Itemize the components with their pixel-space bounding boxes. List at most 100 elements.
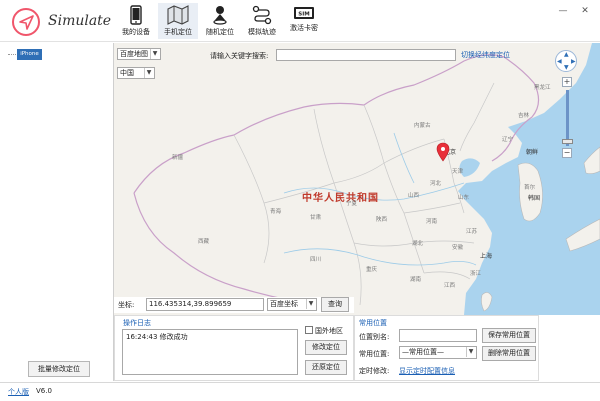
keyword-search-label: 请输入关键字搜索: xyxy=(210,52,269,60)
tool-my-devices[interactable]: 我的设备 xyxy=(116,3,156,39)
map-label: 青海 xyxy=(270,209,282,215)
modify-location-button[interactable]: 修改定位 xyxy=(305,340,347,355)
overseas-checkbox[interactable] xyxy=(305,326,313,334)
overseas-label: 国外地区 xyxy=(315,327,343,335)
map-label: 山西 xyxy=(408,193,420,199)
status-bar: 个人版 V6.0 xyxy=(0,382,600,401)
batch-modify-location-button[interactable]: 批量修改定位 xyxy=(28,361,90,377)
tool-label: 激活卡密 xyxy=(290,24,318,32)
tool-label: 随机定位 xyxy=(206,28,234,36)
map-label: 安徽 xyxy=(452,245,464,251)
zoom-slider-thumb[interactable] xyxy=(562,139,573,144)
phone-icon xyxy=(130,5,142,25)
coordinate-system-value: 百度坐标 xyxy=(270,300,298,308)
map-label: 湖北 xyxy=(412,241,424,247)
zoom-out-button[interactable]: − xyxy=(562,148,572,158)
minimize-button[interactable]: — xyxy=(556,6,570,16)
pan-left-icon[interactable]: ◀ xyxy=(557,58,562,65)
country-label: 中华人民共和国 xyxy=(302,193,379,204)
save-favorite-button[interactable]: 保存常用位置 xyxy=(482,328,536,343)
bottom-right-area xyxy=(539,315,600,381)
switch-latlng-link[interactable]: 切换经纬度定位 xyxy=(461,50,510,60)
map-label: 甘肃 xyxy=(310,215,322,221)
delete-favorite-button[interactable]: 删除常用位置 xyxy=(482,346,536,361)
map-label: 河南 xyxy=(426,219,438,225)
log-list[interactable]: 16:24:43 修改成功 xyxy=(122,329,298,375)
map-label: 浙江 xyxy=(470,271,482,277)
pan-right-icon[interactable]: ▶ xyxy=(571,58,576,65)
map-label: 江西 xyxy=(444,283,456,289)
sim-text: SIM xyxy=(298,12,309,18)
chevron-down-icon: ▼ xyxy=(306,299,315,309)
keyword-search-input[interactable] xyxy=(276,49,456,61)
tool-label: 模拟轨迹 xyxy=(248,28,276,36)
edition-link[interactable]: 个人版 xyxy=(8,387,29,397)
region-value: 中国 xyxy=(120,69,134,77)
tool-random-location[interactable]: 随机定位 xyxy=(200,3,240,39)
map-label: 上海 xyxy=(480,253,493,260)
map-label: 江苏 xyxy=(466,229,478,235)
map-view[interactable]: 百度地图 ▼ 中国 ▼ 请输入关键字搜索: 切换经纬度定位 中华人民共和国 内蒙… xyxy=(114,43,600,315)
zoom-in-button[interactable]: + xyxy=(562,77,572,87)
favorites-title: 常用位置 xyxy=(359,319,387,327)
map-label: 新疆 xyxy=(172,155,184,161)
map-label: 黑龙江 xyxy=(534,85,551,91)
tool-simulate-route[interactable]: 模拟轨迹 xyxy=(242,3,282,39)
close-button[interactable]: ✕ xyxy=(578,6,592,16)
favorite-position-value: —常用位置— xyxy=(402,348,444,356)
coordinate-bar: 坐标: 116.435314,39.899659 百度坐标 ▼ 查询 xyxy=(114,297,354,313)
coordinate-input[interactable]: 116.435314,39.899659 xyxy=(146,298,264,311)
tool-activate-card[interactable]: SIM 激活卡密 xyxy=(284,3,324,39)
tool-phone-location[interactable]: 手机定位 xyxy=(158,3,198,39)
coordinate-system-select[interactable]: 百度坐标 ▼ xyxy=(267,298,317,311)
chevron-down-icon: ▼ xyxy=(144,68,153,78)
random-location-icon xyxy=(213,6,227,25)
zoom-slider-track[interactable] xyxy=(566,90,569,146)
map-label: 山东 xyxy=(458,195,470,201)
chevron-down-icon: ▼ xyxy=(466,347,475,357)
map-label: 四川 xyxy=(310,257,322,263)
schedule-label: 定时修改: xyxy=(359,367,390,375)
location-marker-icon[interactable] xyxy=(436,142,450,162)
overseas-checkbox-row[interactable]: 国外地区 xyxy=(305,326,343,336)
device-item-iphone[interactable]: iPhone xyxy=(17,49,42,60)
log-title: 操作日志 xyxy=(123,319,151,327)
map-label: 辽宁 xyxy=(502,137,514,143)
map-icon xyxy=(167,5,189,25)
map-background xyxy=(133,43,600,315)
alias-input[interactable] xyxy=(399,329,477,342)
log-entry: 16:24:43 修改成功 xyxy=(126,333,188,341)
map-label: 宁夏 xyxy=(346,201,358,207)
alias-label: 位置别名: xyxy=(359,333,390,341)
query-button[interactable]: 查询 xyxy=(321,297,349,312)
tool-label: 我的设备 xyxy=(122,28,150,36)
map-label: 湖南 xyxy=(410,277,422,283)
sim-card-icon: SIM xyxy=(294,7,314,19)
pan-down-icon[interactable]: ▼ xyxy=(564,64,569,71)
map-label: 吉林 xyxy=(518,113,530,119)
map-label: 天津 xyxy=(452,169,464,175)
version-label: V6.0 xyxy=(36,387,52,395)
map-type-select[interactable]: 百度地图 ▼ xyxy=(117,48,161,60)
chevron-down-icon: ▼ xyxy=(150,49,159,59)
map-label: 重庆 xyxy=(366,267,378,273)
top-toolbar: Simulate 我的设备 手机定位 随机定位 模拟轨迹 SIM 激活卡密 — … xyxy=(0,0,600,42)
map-label: 陕西 xyxy=(376,217,388,223)
favorite-positions-panel: 常用位置 位置别名: 常用位置: —常用位置— ▼ 定时修改: 显示定时配置信息… xyxy=(354,315,539,381)
pan-control[interactable]: ▲ ▼ ◀ ▶ xyxy=(555,50,577,72)
simulate-app-window: Simulate 我的设备 手机定位 随机定位 模拟轨迹 SIM 激活卡密 — … xyxy=(0,0,600,401)
device-panel: iPhone 批量修改定位 xyxy=(0,43,114,381)
pan-up-icon[interactable]: ▲ xyxy=(564,51,569,58)
restore-location-button[interactable]: 还原定位 xyxy=(305,360,347,375)
operation-log-panel: 操作日志 16:24:43 修改成功 国外地区 修改定位 还原定位 xyxy=(114,315,354,381)
map-label: 内蒙古 xyxy=(414,123,431,129)
tree-connector xyxy=(8,54,16,55)
map-label: 西藏 xyxy=(198,239,210,245)
tool-label: 手机定位 xyxy=(164,28,192,36)
region-select[interactable]: 中国 ▼ xyxy=(117,67,155,79)
coordinate-label: 坐标: xyxy=(118,301,135,309)
map-label: 韩国 xyxy=(528,195,541,202)
favorite-position-select[interactable]: —常用位置— ▼ xyxy=(399,346,477,359)
schedule-config-link[interactable]: 显示定时配置信息 xyxy=(399,366,455,376)
map-label: 朝鲜 xyxy=(526,149,539,156)
